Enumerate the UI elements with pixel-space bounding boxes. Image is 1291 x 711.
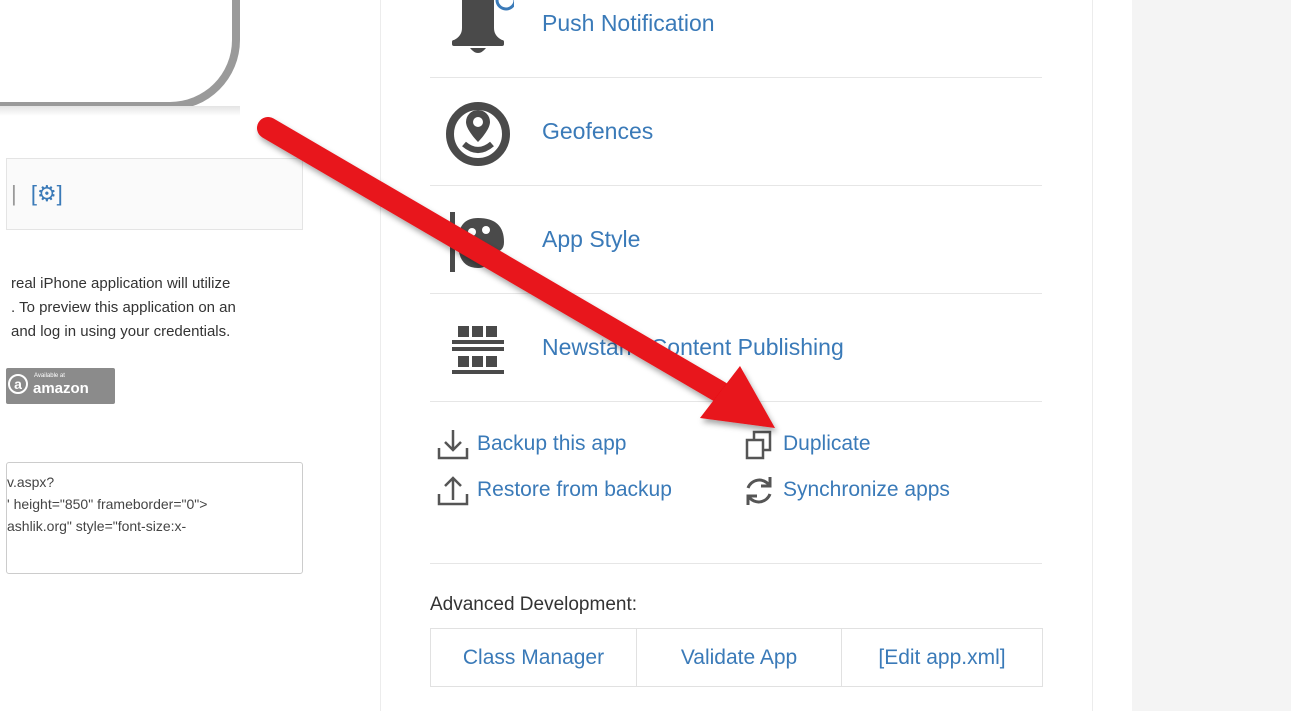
action-label[interactable]: Restore from backup	[477, 478, 672, 502]
newsstand-icon	[452, 326, 504, 374]
upload-icon	[437, 476, 469, 506]
embed-code-line: ashlik.org" style="font-size:x-	[7, 518, 187, 534]
feature-row-push-notification[interactable]: Push Notification	[430, 0, 1042, 78]
feature-label[interactable]: Geofences	[542, 118, 653, 145]
edit-app-xml-button[interactable]: [Edit app.xml]	[841, 629, 1042, 686]
feature-row-newsstand[interactable]: Newstand Content Publishing	[430, 294, 1042, 402]
bell-icon	[452, 0, 514, 53]
settings-link[interactable]: [⚙]	[31, 181, 63, 206]
advanced-button-group: Class Manager Validate App [Edit app.xml…	[430, 628, 1043, 687]
amazon-logo-icon: a	[8, 374, 28, 394]
column-divider	[1092, 0, 1093, 711]
section-divider	[430, 563, 1042, 564]
geofence-icon	[446, 102, 510, 166]
action-label[interactable]: Backup this app	[477, 432, 626, 456]
phone-preview-frame	[0, 0, 240, 116]
feature-row-geofences[interactable]: Geofences	[430, 78, 1042, 186]
embed-code-line: v.aspx?	[7, 474, 55, 490]
advanced-development-heading: Advanced Development:	[430, 594, 638, 615]
description-line: real iPhone application will utilize	[11, 275, 231, 292]
preview-description: real iPhone application will utilize . T…	[11, 272, 321, 344]
feature-row-app-style[interactable]: App Style	[430, 186, 1042, 294]
class-manager-button[interactable]: Class Manager	[431, 629, 636, 686]
feature-label[interactable]: Push Notification	[542, 10, 715, 37]
feature-label[interactable]: App Style	[542, 226, 640, 253]
preview-toolbar: | [⚙]	[6, 158, 303, 230]
amazon-badge-small-text: Available at	[34, 373, 65, 379]
duplicate-icon	[745, 430, 772, 460]
download-icon	[437, 430, 469, 460]
validate-app-button[interactable]: Validate App	[636, 629, 841, 686]
amazon-badge-text: amazon	[33, 380, 89, 397]
action-label[interactable]: Synchronize apps	[783, 478, 950, 502]
description-line: and log in using your credentials.	[11, 323, 231, 340]
feature-label[interactable]: Newstand Content Publishing	[542, 334, 844, 361]
palette-icon	[450, 212, 504, 272]
embed-code-line: ' height="850" frameborder="0">	[7, 496, 208, 512]
toolbar-separator: |	[11, 181, 17, 206]
description-line: . To preview this application on an	[11, 299, 236, 316]
right-sidebar-background	[1132, 0, 1291, 711]
sync-icon	[746, 477, 772, 505]
column-divider	[380, 0, 381, 711]
embed-code-textarea[interactable]: v.aspx? ' height="850" frameborder="0"> …	[6, 462, 303, 574]
action-label[interactable]: Duplicate	[783, 432, 871, 456]
amazon-store-badge[interactable]: a Available at amazon	[6, 368, 115, 404]
left-panel: | [⚙] real iPhone application will utili…	[0, 0, 380, 711]
